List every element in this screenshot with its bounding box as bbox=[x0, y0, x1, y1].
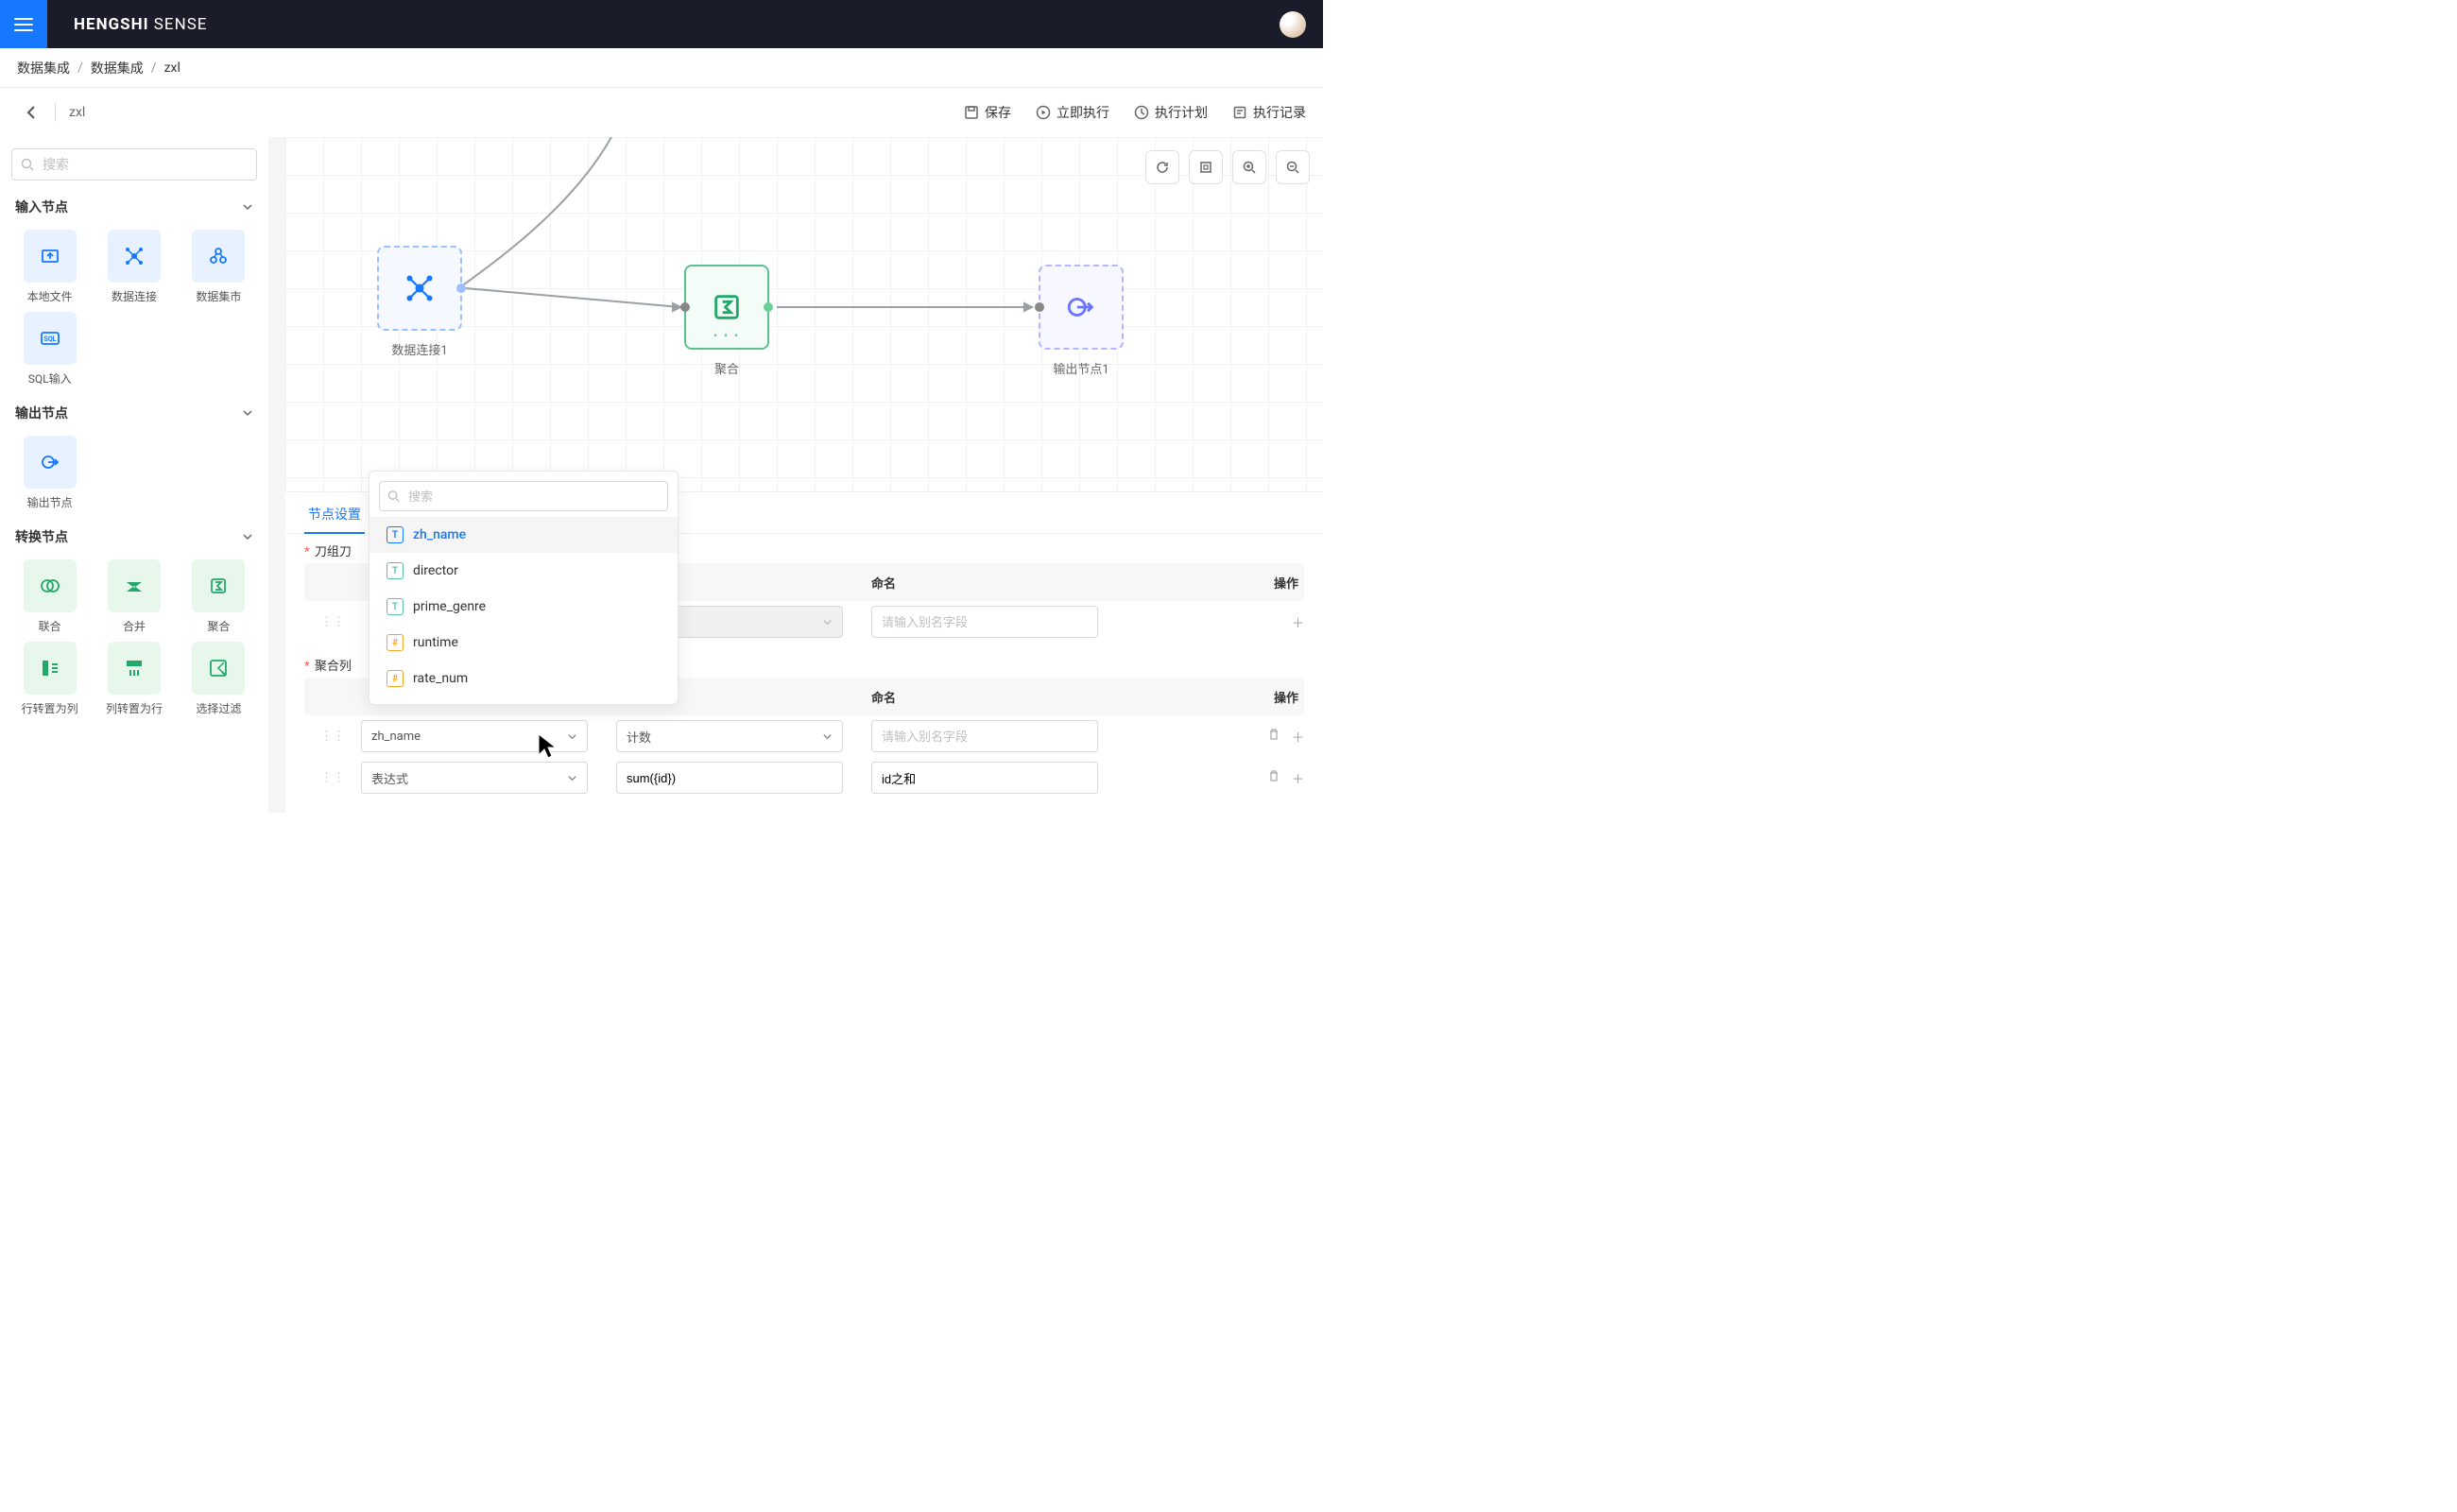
connection-icon bbox=[108, 230, 161, 283]
chevron-down-icon bbox=[242, 201, 253, 213]
save-button[interactable]: 保存 bbox=[964, 103, 1011, 122]
delete-row[interactable] bbox=[1267, 728, 1280, 746]
node-aggregate[interactable]: 聚合 bbox=[180, 559, 257, 634]
row2col-icon bbox=[24, 642, 77, 695]
aggregate-label: 聚合列 bbox=[304, 656, 352, 674]
method-select[interactable]: 计数 bbox=[616, 720, 843, 752]
node-sql-input[interactable]: SQL SQL输入 bbox=[11, 312, 88, 387]
topbar: HENGSHI SENSE bbox=[0, 0, 1323, 48]
section-transform-nodes[interactable]: 转换节点 bbox=[11, 520, 257, 550]
menu-button[interactable] bbox=[0, 0, 47, 48]
node-col2row[interactable]: 列转置为行 bbox=[95, 642, 172, 716]
flow-canvas[interactable]: 数据连接1 • • • 聚合 输出节点1 bbox=[285, 137, 1323, 491]
dropdown-item[interactable]: Tdirector bbox=[369, 553, 678, 589]
flow-node-connection[interactable]: 数据连接1 bbox=[375, 246, 464, 358]
flow-node-output[interactable]: 输出节点1 bbox=[1037, 265, 1125, 377]
aggregate-icon bbox=[192, 559, 245, 612]
dropdown-item[interactable]: Tzh_name bbox=[369, 517, 678, 553]
dropdown-search[interactable] bbox=[379, 481, 668, 511]
datamart-icon bbox=[192, 230, 245, 283]
filter-icon bbox=[192, 642, 245, 695]
alias-input[interactable] bbox=[871, 762, 1098, 794]
breadcrumb-item: zxl bbox=[164, 60, 180, 76]
node-union[interactable]: 联合 bbox=[11, 559, 88, 634]
node-filter[interactable]: 选择过滤 bbox=[180, 642, 257, 716]
merge-icon bbox=[108, 559, 161, 612]
alias-input[interactable] bbox=[871, 720, 1098, 752]
svg-text:SQL: SQL bbox=[43, 335, 56, 343]
section-output-nodes[interactable]: 输出节点 bbox=[11, 396, 257, 426]
clock-icon bbox=[1134, 105, 1149, 120]
add-row[interactable]: ＋ bbox=[1292, 728, 1304, 746]
node-merge[interactable]: 合并 bbox=[95, 559, 172, 634]
brand: HENGSHI SENSE bbox=[74, 15, 207, 34]
dropdown-item[interactable]: #rate_num bbox=[369, 661, 678, 696]
node-local-file[interactable]: 本地文件 bbox=[11, 230, 88, 304]
breadcrumb-item[interactable]: 数据集成 bbox=[91, 59, 144, 77]
field-select[interactable]: 表达式 bbox=[361, 762, 588, 794]
add-row[interactable]: ＋ bbox=[1292, 613, 1304, 631]
union-icon bbox=[24, 559, 77, 612]
breadcrumb-item[interactable]: 数据集成 bbox=[17, 59, 70, 77]
group-by-label: 刀组刀 bbox=[304, 541, 352, 559]
field-dropdown: Tzh_name Tdirector Tprime_genre #runtime… bbox=[369, 471, 679, 705]
dropdown-item[interactable]: #runtime bbox=[369, 625, 678, 661]
drag-handle[interactable]: ⋮⋮ bbox=[304, 615, 361, 629]
output-icon bbox=[24, 436, 77, 489]
node-palette: 输入节点 本地文件 数据连接 数据集市 SQL SQL输入 输出节点 bbox=[0, 137, 268, 813]
breadcrumb: 数据集成 / 数据集成 / zxl bbox=[0, 48, 1323, 88]
alias-input[interactable] bbox=[871, 606, 1098, 638]
aggregate-row: ⋮⋮ 表达式 ＋ bbox=[304, 757, 1304, 799]
palette-search-input[interactable] bbox=[11, 148, 257, 180]
dropdown-search-input[interactable] bbox=[379, 481, 668, 511]
palette-search[interactable] bbox=[11, 148, 257, 180]
history-icon bbox=[1232, 105, 1247, 120]
chevron-down-icon bbox=[242, 531, 253, 542]
field-select[interactable]: zh_name bbox=[361, 720, 588, 752]
search-icon bbox=[387, 490, 400, 503]
breadcrumb-sep: / bbox=[77, 60, 83, 76]
save-icon bbox=[964, 105, 979, 120]
upload-icon bbox=[24, 230, 77, 283]
history-button[interactable]: 执行记录 bbox=[1232, 103, 1306, 122]
node-datamart[interactable]: 数据集市 bbox=[180, 230, 257, 304]
run-now-button[interactable]: 立即执行 bbox=[1036, 103, 1109, 122]
chevron-down-icon bbox=[242, 407, 253, 419]
add-row[interactable]: ＋ bbox=[1292, 769, 1304, 787]
col2row-icon bbox=[108, 642, 161, 695]
page-title: zxl bbox=[69, 105, 85, 120]
back-button[interactable] bbox=[17, 102, 47, 123]
avatar[interactable] bbox=[1280, 11, 1306, 38]
drag-handle[interactable]: ⋮⋮ bbox=[304, 771, 361, 785]
node-output[interactable]: 输出节点 bbox=[11, 436, 88, 510]
play-icon bbox=[1036, 105, 1051, 120]
schedule-button[interactable]: 执行计划 bbox=[1134, 103, 1208, 122]
drag-handle[interactable]: ⋮⋮ bbox=[304, 730, 361, 744]
divider bbox=[55, 103, 56, 122]
expression-input[interactable] bbox=[616, 762, 843, 794]
dropdown-item[interactable]: Tprime_genre bbox=[369, 589, 678, 625]
breadcrumb-sep: / bbox=[151, 60, 157, 76]
node-row2col[interactable]: 行转置为列 bbox=[11, 642, 88, 716]
sql-icon: SQL bbox=[24, 312, 77, 365]
search-icon bbox=[21, 158, 34, 171]
tab-node-settings[interactable]: 节点设置 bbox=[304, 495, 365, 533]
aggregate-row: ⋮⋮ zh_name 计数 ＋ bbox=[304, 715, 1304, 757]
page-toolbar: zxl 保存 立即执行 执行计划 执行记录 bbox=[0, 88, 1323, 137]
flow-node-aggregate[interactable]: • • • 聚合 bbox=[682, 265, 771, 377]
hamburger-icon bbox=[14, 18, 33, 31]
node-data-connection[interactable]: 数据连接 bbox=[95, 230, 172, 304]
section-input-nodes[interactable]: 输入节点 bbox=[11, 190, 257, 220]
more-icon: • • • bbox=[713, 329, 740, 342]
delete-row[interactable] bbox=[1267, 769, 1280, 787]
